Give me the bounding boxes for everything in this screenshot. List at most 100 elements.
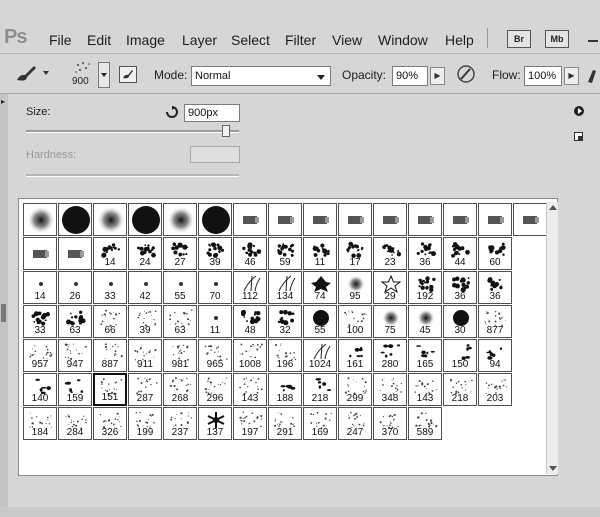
brush-preset-cell[interactable]: 1008 bbox=[233, 339, 267, 372]
brush-preset-cell[interactable] bbox=[23, 203, 57, 236]
brush-preset-cell[interactable]: 23 bbox=[373, 237, 407, 270]
brush-preset-cell[interactable]: 14 bbox=[23, 271, 57, 304]
brush-preset-cell[interactable] bbox=[58, 203, 92, 236]
menu-select[interactable]: Select bbox=[231, 32, 270, 48]
brush-preset-cell[interactable] bbox=[338, 203, 372, 236]
brush-preset-cell[interactable]: 75 bbox=[373, 305, 407, 338]
brush-preset-cell[interactable] bbox=[373, 203, 407, 236]
brush-preset-cell[interactable]: 137 bbox=[198, 407, 232, 440]
brush-preset-cell[interactable]: 1024 bbox=[303, 339, 337, 372]
brush-preset-cell[interactable]: 11 bbox=[198, 305, 232, 338]
flow-input[interactable]: 100% bbox=[524, 66, 562, 86]
brush-preset-cell[interactable] bbox=[478, 203, 512, 236]
dock-grip-icon[interactable] bbox=[1, 304, 6, 322]
brush-preset-cell[interactable] bbox=[198, 203, 232, 236]
brush-preset-cell[interactable]: 100 bbox=[338, 305, 372, 338]
menu-window[interactable]: Window bbox=[378, 32, 428, 48]
brush-preset-cell[interactable]: 36 bbox=[478, 271, 512, 304]
brush-preset-cell[interactable]: 165 bbox=[408, 339, 442, 372]
brush-preset-cell[interactable]: 46 bbox=[233, 237, 267, 270]
brush-preset-cell[interactable]: 161 bbox=[338, 339, 372, 372]
brush-preset-cell[interactable]: 29 bbox=[373, 271, 407, 304]
brush-preset-cell[interactable]: 36 bbox=[408, 237, 442, 270]
menu-view[interactable]: View bbox=[332, 32, 362, 48]
brush-preset-cell[interactable]: 95 bbox=[338, 271, 372, 304]
brush-preset-cell[interactable] bbox=[128, 203, 162, 236]
brush-preset-cell[interactable]: 140 bbox=[23, 373, 57, 406]
brush-preset-cell[interactable]: 143 bbox=[408, 373, 442, 406]
brush-preset-cell[interactable] bbox=[23, 237, 57, 270]
brush-preset-cell[interactable]: 877 bbox=[478, 305, 512, 338]
brush-preset-cell[interactable]: 60 bbox=[478, 237, 512, 270]
brush-preset-cell[interactable]: 30 bbox=[443, 305, 477, 338]
brush-preset-cell[interactable] bbox=[233, 203, 267, 236]
brush-preset-cell[interactable]: 14 bbox=[93, 237, 127, 270]
brush-preset-cell[interactable]: 203 bbox=[478, 373, 512, 406]
brush-preset-cell[interactable]: 197 bbox=[233, 407, 267, 440]
new-preset-icon[interactable] bbox=[574, 132, 583, 141]
brush-list-scrollbar[interactable] bbox=[546, 202, 558, 474]
reset-size-icon[interactable] bbox=[166, 106, 178, 121]
brush-preset-cell[interactable]: 26 bbox=[58, 271, 92, 304]
menu-help[interactable]: Help bbox=[445, 32, 474, 48]
brush-preset-cell[interactable]: 887 bbox=[93, 339, 127, 372]
minimize-icon[interactable] bbox=[588, 40, 598, 42]
brush-preset-cell[interactable] bbox=[303, 203, 337, 236]
brush-preset-cell[interactable]: 11 bbox=[303, 237, 337, 270]
brush-preset-cell[interactable] bbox=[268, 203, 302, 236]
brush-preset-cell[interactable]: 911 bbox=[128, 339, 162, 372]
scroll-down-icon[interactable] bbox=[549, 466, 557, 471]
brush-preset-cell[interactable]: 196 bbox=[268, 339, 302, 372]
menu-filter[interactable]: Filter bbox=[285, 32, 316, 48]
opacity-pressure-icon[interactable] bbox=[455, 63, 477, 88]
brush-preset-cell[interactable] bbox=[408, 203, 442, 236]
brush-preset-cell[interactable]: 94 bbox=[478, 339, 512, 372]
brush-preset-cell[interactable]: 268 bbox=[163, 373, 197, 406]
brush-preset-cell[interactable] bbox=[93, 203, 127, 236]
brush-preset-cell[interactable]: 63 bbox=[58, 305, 92, 338]
opacity-slider-button[interactable]: ▶ bbox=[430, 67, 445, 85]
menu-file[interactable]: File bbox=[49, 32, 72, 48]
brush-preset-cell[interactable]: 17 bbox=[338, 237, 372, 270]
opacity-input[interactable]: 90% bbox=[392, 66, 428, 86]
brush-preset-cell[interactable]: 44 bbox=[443, 237, 477, 270]
toggle-brush-panel-icon[interactable] bbox=[119, 66, 137, 83]
brush-preset-cell[interactable]: 184 bbox=[23, 407, 57, 440]
brush-preset-cell[interactable]: 24 bbox=[128, 237, 162, 270]
menu-layer[interactable]: Layer bbox=[182, 32, 217, 48]
brush-preset-cell[interactable]: 284 bbox=[58, 407, 92, 440]
brush-preset-cell[interactable]: 965 bbox=[198, 339, 232, 372]
panel-menu-icon[interactable] bbox=[574, 106, 584, 116]
brush-preset-cell[interactable]: 169 bbox=[303, 407, 337, 440]
brush-preset-cell[interactable]: 36 bbox=[443, 271, 477, 304]
brush-preset-cell[interactable]: 143 bbox=[233, 373, 267, 406]
size-slider-thumb[interactable] bbox=[222, 125, 230, 137]
brush-preset-cell[interactable]: 280 bbox=[373, 339, 407, 372]
scroll-up-icon[interactable] bbox=[549, 205, 557, 210]
brush-preset-cell[interactable]: 326 bbox=[93, 407, 127, 440]
brush-preset-cell[interactable]: 287 bbox=[128, 373, 162, 406]
hardness-input[interactable] bbox=[190, 146, 240, 163]
brush-preset-cell[interactable]: 45 bbox=[408, 305, 442, 338]
brush-preset-cell[interactable]: 70 bbox=[198, 271, 232, 304]
brush-preset-cell[interactable]: 33 bbox=[23, 305, 57, 338]
brush-preset-cell[interactable]: 66 bbox=[93, 305, 127, 338]
brush-preset-cell[interactable]: 589 bbox=[408, 407, 442, 440]
brush-preset-cell[interactable]: 348 bbox=[373, 373, 407, 406]
mini-bridge-button[interactable]: Mb bbox=[545, 30, 569, 48]
brush-preset-cell[interactable]: 957 bbox=[23, 339, 57, 372]
brush-preset-cell[interactable]: 947 bbox=[58, 339, 92, 372]
brush-preset-cell[interactable]: 74 bbox=[303, 271, 337, 304]
brush-preset-cell[interactable]: 981 bbox=[163, 339, 197, 372]
brush-preset-cell[interactable] bbox=[443, 203, 477, 236]
size-input[interactable]: 900px bbox=[184, 104, 240, 122]
brush-preset-cell[interactable]: 291 bbox=[268, 407, 302, 440]
brush-preset-cell[interactable]: 188 bbox=[268, 373, 302, 406]
brush-preset-cell[interactable]: 27 bbox=[163, 237, 197, 270]
brush-preset-cell[interactable]: 192 bbox=[408, 271, 442, 304]
brush-preset-cell[interactable]: 247 bbox=[338, 407, 372, 440]
brush-preset-cell[interactable]: 42 bbox=[128, 271, 162, 304]
brush-preset-cell[interactable]: 32 bbox=[268, 305, 302, 338]
mode-select[interactable]: Normal bbox=[191, 66, 331, 86]
brush-preset-picker-button[interactable] bbox=[98, 62, 110, 88]
